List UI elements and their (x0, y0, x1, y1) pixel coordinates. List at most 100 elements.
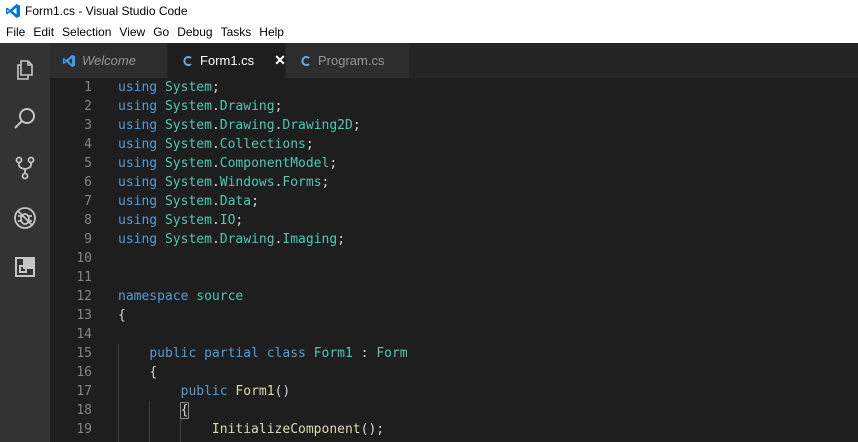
code-token: System (164, 156, 212, 171)
code-token: () (274, 384, 291, 399)
code-text: using System.Drawing.Drawing2D; (118, 116, 361, 135)
search-icon[interactable] (0, 94, 50, 144)
line-number: 5 (84, 156, 92, 171)
code-token: . (211, 232, 220, 247)
line-number: 4 (84, 137, 92, 152)
code-token: using (118, 213, 158, 228)
code-text: InitializeComponent(); (118, 420, 384, 439)
code-token: ; (305, 137, 314, 152)
line-number: 13 (76, 308, 92, 323)
code-line: 11 (50, 268, 858, 287)
csharp-file-icon (300, 55, 312, 67)
code-token: IO (219, 213, 236, 228)
line-number: 15 (76, 346, 92, 361)
code-token: ; (235, 213, 244, 228)
extensions-icon[interactable] (0, 242, 50, 292)
explorer-icon[interactable] (0, 45, 50, 95)
code-token: public (180, 384, 228, 399)
tab-form1-cs[interactable]: Form1.cs ✕ (168, 43, 286, 78)
code-token: Forms (282, 175, 322, 190)
menu-file[interactable]: File (2, 22, 29, 43)
line-number: 7 (84, 194, 92, 209)
line-number: 8 (84, 213, 92, 228)
menu-debug[interactable]: Debug (173, 22, 216, 43)
source-control-icon[interactable] (0, 143, 50, 193)
code-line: 5 using System.ComponentModel; (50, 154, 858, 173)
code-line: 10 (50, 249, 858, 268)
code-token: Data (219, 194, 252, 209)
code-token: ; (211, 80, 220, 95)
vscode-logo-icon (5, 3, 21, 19)
code-token: source (196, 289, 244, 304)
code-token: ; (329, 156, 338, 171)
close-icon[interactable]: ✕ (274, 52, 286, 69)
line-number: 12 (76, 289, 92, 304)
code-line: 19 InitializeComponent(); (50, 420, 858, 439)
code-text: using System.Drawing.Imaging; (118, 230, 345, 249)
code-token: . (211, 175, 220, 190)
code-line: 14 (50, 325, 858, 344)
code-token: Windows (219, 175, 275, 190)
code-token: . (211, 194, 220, 209)
code-token: . (211, 99, 220, 114)
code-line: 3 using System.Drawing.Drawing2D; (50, 116, 858, 135)
code-token: using (118, 232, 158, 247)
code-token: Drawing2D (282, 118, 353, 133)
code-token: ; (321, 175, 330, 190)
tab-program-cs[interactable]: Program.cs (286, 43, 410, 78)
editor-tabs: Welcome Form1.cs ✕ Program.cs (50, 43, 858, 78)
code-text: { (118, 306, 126, 325)
code-token: InitializeComponent (211, 422, 361, 437)
code-text: using System.IO; (118, 211, 243, 230)
code-token: { (179, 402, 190, 419)
code-line: 13 { (50, 306, 858, 325)
menu-bar: File Edit Selection View Go Debug Tasks Help (0, 22, 858, 43)
csharp-file-icon (182, 55, 194, 67)
code-token: Form1 (235, 384, 275, 399)
line-number: 11 (76, 270, 92, 285)
code-token: using (118, 99, 158, 114)
line-number: 1 (84, 80, 92, 95)
code-token: namespace (118, 289, 189, 304)
code-text: using System.ComponentModel; (118, 154, 337, 173)
menu-help[interactable]: Help (255, 22, 288, 43)
code-text: namespace source (118, 287, 243, 306)
code-token: System (164, 194, 212, 209)
debug-icon[interactable] (0, 193, 50, 243)
code-token: using (118, 118, 158, 133)
code-token: System (164, 118, 212, 133)
code-token: Form1 (313, 346, 353, 361)
code-token: public (149, 346, 197, 361)
code-token: System (164, 213, 212, 228)
tab-label: Form1.cs (200, 53, 255, 68)
code-line: 8 using System.IO; (50, 211, 858, 230)
code-token: . (211, 213, 220, 228)
code-editor[interactable]: 1 using System; 2 using System.Drawing; 3 usi… (50, 78, 858, 442)
code-token: System (164, 175, 212, 190)
tab-label: Program.cs (318, 53, 385, 68)
code-token: ; (251, 194, 259, 209)
tab-welcome[interactable]: Welcome (50, 43, 168, 78)
menu-view[interactable]: View (115, 22, 149, 43)
code-token: ComponentModel (219, 156, 330, 171)
line-number: 16 (76, 365, 92, 380)
menu-edit[interactable]: Edit (29, 22, 58, 43)
code-token: partial (204, 346, 259, 361)
code-token: ; (352, 118, 361, 133)
code-text: using System.Data; (118, 192, 259, 211)
menu-selection[interactable]: Selection (58, 22, 115, 43)
line-number: 17 (76, 384, 92, 399)
menu-go[interactable]: Go (149, 22, 173, 43)
code-text: { (118, 401, 190, 420)
code-line: 16 { (50, 363, 858, 382)
code-text: using System; (118, 78, 220, 97)
menu-tasks[interactable]: Tasks (217, 22, 256, 43)
code-line: 9 using System.Drawing.Imaging; (50, 230, 858, 249)
code-line: 1 using System; (50, 78, 858, 97)
